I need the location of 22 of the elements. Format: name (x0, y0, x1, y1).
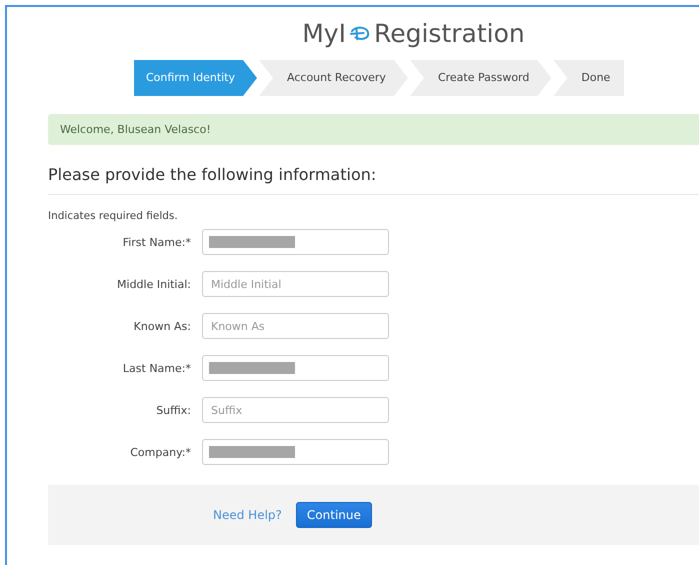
title-text: MyI (302, 18, 346, 48)
continue-button[interactable]: Continue (296, 502, 372, 528)
field-label: Company:* (129, 446, 191, 458)
input-field[interactable] (202, 439, 389, 465)
field-label: Middle Initial: (116, 278, 191, 290)
step-tab[interactable]: Create Password (410, 60, 552, 96)
required-note: Indicates required fields. (48, 210, 179, 222)
field-label: Last Name:* (122, 362, 191, 374)
d-logo-icon (348, 24, 371, 42)
field-label: First Name:* (122, 236, 191, 248)
field-label: Suffix: (155, 404, 191, 416)
step-tab[interactable]: Account Recovery (259, 60, 408, 96)
form-heading: Please provide the following information: (48, 165, 699, 195)
field-label: Known As: (132, 320, 191, 332)
welcome-alert: Welcome, Blusean Velasco! (48, 114, 699, 145)
input-field[interactable]: Middle Initial (202, 271, 389, 297)
title-text: Registration (374, 18, 525, 48)
input-field[interactable] (202, 355, 389, 381)
input-field[interactable]: Suffix (202, 397, 389, 423)
step-tab[interactable]: Done (553, 60, 624, 96)
input-field[interactable]: Known As (202, 313, 389, 339)
input-field[interactable] (202, 229, 389, 255)
